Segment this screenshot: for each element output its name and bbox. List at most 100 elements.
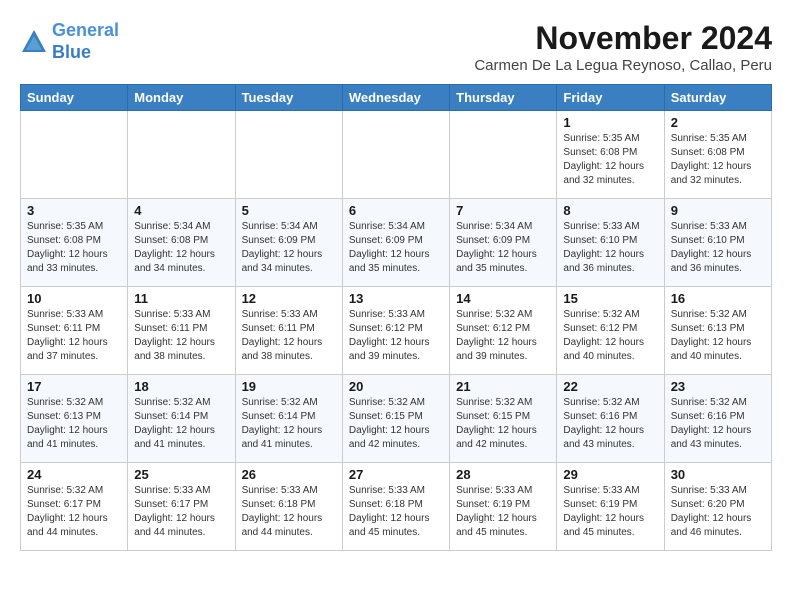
weekday-header-wednesday: Wednesday [342, 85, 449, 111]
day-info-7: Sunrise: 5:34 AM Sunset: 6:09 PM Dayligh… [456, 220, 550, 276]
day-info-28: Sunrise: 5:33 AM Sunset: 6:19 PM Dayligh… [456, 484, 550, 540]
location-title: Carmen De La Legua Reynoso, Callao, Peru [474, 57, 772, 74]
day-number-30: 30 [671, 467, 765, 482]
empty-cell [450, 111, 557, 199]
day-number-22: 22 [563, 379, 657, 394]
day-number-2: 2 [671, 115, 765, 130]
day-cell-9: 9 Sunrise: 5:33 AM Sunset: 6:10 PM Daylig… [664, 199, 771, 287]
day-number-25: 25 [134, 467, 228, 482]
day-cell-25: 25 Sunrise: 5:33 AM Sunset: 6:17 PM Dayli… [128, 463, 235, 551]
day-cell-29: 29 Sunrise: 5:33 AM Sunset: 6:19 PM Dayli… [557, 463, 664, 551]
weekday-header-sunday: Sunday [21, 85, 128, 111]
weekday-header-monday: Monday [128, 85, 235, 111]
day-cell-10: 10Sunrise: 5:33 AM Sunset: 6:11 PM Dayli… [21, 287, 128, 375]
day-cell-6: 6Sunrise: 5:34 AM Sunset: 6:09 PM Daylig… [342, 199, 449, 287]
day-info-27: Sunrise: 5:33 AM Sunset: 6:18 PM Dayligh… [349, 484, 443, 540]
day-info-5: Sunrise: 5:34 AM Sunset: 6:09 PM Dayligh… [242, 220, 336, 276]
day-info-17: Sunrise: 5:32 AM Sunset: 6:13 PM Dayligh… [27, 396, 121, 452]
day-number-27: 27 [349, 467, 443, 482]
day-cell-19: 19 Sunrise: 5:32 AM Sunset: 6:14 PM Dayli… [235, 375, 342, 463]
day-cell-1: 1 Sunrise: 5:35 AM Sunset: 6:08 PM Daylig… [557, 111, 664, 199]
day-cell-26: 26 Sunrise: 5:33 AM Sunset: 6:18 PM Dayli… [235, 463, 342, 551]
day-number-13: 13 [349, 291, 443, 306]
day-info-9: Sunrise: 5:33 AM Sunset: 6:10 PM Dayligh… [671, 220, 765, 276]
day-info-20: Sunrise: 5:32 AM Sunset: 6:15 PM Dayligh… [349, 396, 443, 452]
day-info-16: Sunrise: 5:32 AM Sunset: 6:13 PM Dayligh… [671, 308, 765, 364]
day-number-7: 7 [456, 203, 550, 218]
day-cell-13: 13 Sunrise: 5:33 AM Sunset: 6:12 PM Dayli… [342, 287, 449, 375]
day-cell-4: 4 Sunrise: 5:34 AM Sunset: 6:08 PM Daylig… [128, 199, 235, 287]
day-number-1: 1 [563, 115, 657, 130]
weekday-header-tuesday: Tuesday [235, 85, 342, 111]
day-number-11: 11 [134, 291, 228, 306]
empty-cell [342, 111, 449, 199]
week-row-4: 17 Sunrise: 5:32 AM Sunset: 6:13 PM Dayli… [21, 375, 772, 463]
day-cell-15: 15Sunrise: 5:32 AM Sunset: 6:12 PM Dayli… [557, 287, 664, 375]
day-cell-12: 12 Sunrise: 5:33 AM Sunset: 6:11 PM Dayli… [235, 287, 342, 375]
day-info-30: Sunrise: 5:33 AM Sunset: 6:20 PM Dayligh… [671, 484, 765, 540]
logo: General Blue [20, 20, 119, 63]
day-cell-20: 20 Sunrise: 5:32 AM Sunset: 6:15 PM Dayli… [342, 375, 449, 463]
month-title: November 2024 [474, 20, 772, 57]
logo-line1: General [52, 20, 119, 40]
day-cell-7: 7 Sunrise: 5:34 AM Sunset: 6:09 PM Daylig… [450, 199, 557, 287]
day-info-3: Sunrise: 5:35 AM Sunset: 6:08 PM Dayligh… [27, 220, 121, 276]
header: General Blue November 2024 Carmen De La … [20, 20, 772, 74]
empty-cell [21, 111, 128, 199]
day-info-12: Sunrise: 5:33 AM Sunset: 6:11 PM Dayligh… [242, 308, 336, 364]
day-info-8: Sunrise: 5:33 AM Sunset: 6:10 PM Dayligh… [563, 220, 657, 276]
day-number-5: 5 [242, 203, 336, 218]
week-row-1: 1 Sunrise: 5:35 AM Sunset: 6:08 PM Daylig… [21, 111, 772, 199]
day-number-21: 21 [456, 379, 550, 394]
day-info-4: Sunrise: 5:34 AM Sunset: 6:08 PM Dayligh… [134, 220, 228, 276]
day-info-29: Sunrise: 5:33 AM Sunset: 6:19 PM Dayligh… [563, 484, 657, 540]
day-number-29: 29 [563, 467, 657, 482]
weekday-header-friday: Friday [557, 85, 664, 111]
day-info-14: Sunrise: 5:32 AM Sunset: 6:12 PM Dayligh… [456, 308, 550, 364]
day-cell-22: 22 Sunrise: 5:32 AM Sunset: 6:16 PM Dayli… [557, 375, 664, 463]
day-cell-27: 27 Sunrise: 5:33 AM Sunset: 6:18 PM Dayli… [342, 463, 449, 551]
day-cell-17: 17 Sunrise: 5:32 AM Sunset: 6:13 PM Dayli… [21, 375, 128, 463]
day-number-9: 9 [671, 203, 765, 218]
day-info-1: Sunrise: 5:35 AM Sunset: 6:08 PM Dayligh… [563, 132, 657, 188]
day-cell-24: 24Sunrise: 5:32 AM Sunset: 6:17 PM Dayli… [21, 463, 128, 551]
logo-icon [20, 28, 48, 56]
day-cell-8: 8Sunrise: 5:33 AM Sunset: 6:10 PM Daylig… [557, 199, 664, 287]
day-info-11: Sunrise: 5:33 AM Sunset: 6:11 PM Dayligh… [134, 308, 228, 364]
day-number-19: 19 [242, 379, 336, 394]
day-cell-23: 23Sunrise: 5:32 AM Sunset: 6:16 PM Dayli… [664, 375, 771, 463]
week-row-3: 10 Sunrise: 5:33 AM Sunset: 6:11 PM Dayli… [21, 287, 772, 375]
day-number-17: 17 [27, 379, 121, 394]
day-info-2: Sunrise: 5:35 AM Sunset: 6:08 PM Dayligh… [671, 132, 765, 188]
day-info-23: Sunrise: 5:32 AM Sunset: 6:16 PM Dayligh… [671, 396, 765, 452]
day-number-20: 20 [349, 379, 443, 394]
weekday-header-row: SundayMondayTuesdayWednesdayThursdayFrid… [21, 85, 772, 111]
day-number-28: 28 [456, 467, 550, 482]
day-number-4: 4 [134, 203, 228, 218]
day-cell-28: 28 Sunrise: 5:33 AM Sunset: 6:19 PM Dayli… [450, 463, 557, 551]
day-info-26: Sunrise: 5:33 AM Sunset: 6:18 PM Dayligh… [242, 484, 336, 540]
day-info-18: Sunrise: 5:32 AM Sunset: 6:14 PM Dayligh… [134, 396, 228, 452]
day-number-10: 10 [27, 291, 121, 306]
day-info-15: Sunrise: 5:32 AM Sunset: 6:12 PM Dayligh… [563, 308, 657, 364]
day-number-3: 3 [27, 203, 121, 218]
week-row-2: 3 Sunrise: 5:35 AM Sunset: 6:08 PM Daylig… [21, 199, 772, 287]
day-info-24: Sunrise: 5:32 AM Sunset: 6:17 PM Dayligh… [27, 484, 121, 540]
day-number-26: 26 [242, 467, 336, 482]
weekday-header-saturday: Saturday [664, 85, 771, 111]
weekday-header-thursday: Thursday [450, 85, 557, 111]
day-info-22: Sunrise: 5:32 AM Sunset: 6:16 PM Dayligh… [563, 396, 657, 452]
day-info-21: Sunrise: 5:32 AM Sunset: 6:15 PM Dayligh… [456, 396, 550, 452]
day-cell-2: 2 Sunrise: 5:35 AM Sunset: 6:08 PM Daylig… [664, 111, 771, 199]
day-number-6: 6 [349, 203, 443, 218]
day-number-18: 18 [134, 379, 228, 394]
day-info-25: Sunrise: 5:33 AM Sunset: 6:17 PM Dayligh… [134, 484, 228, 540]
day-cell-3: 3 Sunrise: 5:35 AM Sunset: 6:08 PM Daylig… [21, 199, 128, 287]
day-number-14: 14 [456, 291, 550, 306]
day-number-16: 16 [671, 291, 765, 306]
day-info-13: Sunrise: 5:33 AM Sunset: 6:12 PM Dayligh… [349, 308, 443, 364]
day-cell-21: 21 Sunrise: 5:32 AM Sunset: 6:15 PM Dayli… [450, 375, 557, 463]
day-number-12: 12 [242, 291, 336, 306]
day-cell-14: 14 Sunrise: 5:32 AM Sunset: 6:12 PM Dayli… [450, 287, 557, 375]
day-info-19: Sunrise: 5:32 AM Sunset: 6:14 PM Dayligh… [242, 396, 336, 452]
